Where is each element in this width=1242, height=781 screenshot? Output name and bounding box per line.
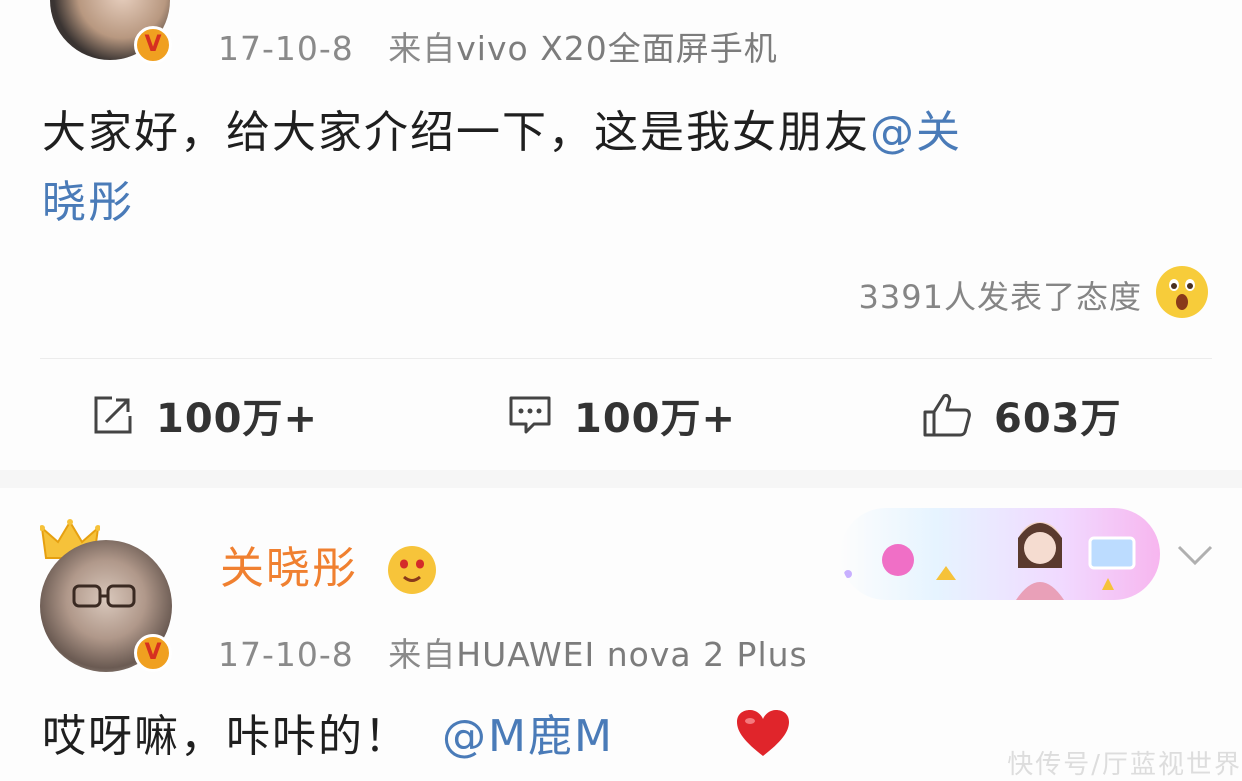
source-prefix: 来自	[388, 635, 457, 674]
mention-link[interactable]: @M鹿M	[442, 711, 614, 762]
post-date: 17-10-8	[218, 635, 354, 674]
source-prefix: 来自	[388, 29, 457, 68]
thumbs-up-icon	[923, 394, 971, 437]
repost-icon	[94, 396, 132, 434]
surprised-emoji-icon[interactable]	[1156, 266, 1208, 318]
post-meta: 17-10-8 来自vivo X20全面屏手机	[218, 22, 778, 70]
repost-button[interactable]: 100万+	[92, 385, 318, 445]
watermark: 快传号/厅蓝视世界	[1007, 750, 1242, 780]
decoration-banner[interactable]	[840, 508, 1160, 600]
vip-badge-icon[interactable]	[388, 546, 436, 594]
weibo-post-1: V 17-10-8 来自vivo X20全面屏手机 大家好，给大家介绍一下，这是…	[0, 0, 1242, 470]
username[interactable]: 关晓彤	[220, 532, 358, 596]
post-date: 17-10-8	[218, 29, 354, 68]
reactions-summary[interactable]: 3391人发表了态度	[859, 272, 1142, 318]
comment-button[interactable]: 100万+	[508, 385, 736, 445]
comment-icon	[509, 396, 551, 434]
verified-badge-icon: V	[134, 634, 172, 672]
verified-badge-icon: V	[134, 26, 172, 64]
like-count: 603万	[994, 396, 1122, 442]
post-meta: 17-10-8 来自HUAWEI nova 2 Plus	[218, 628, 808, 676]
source-device[interactable]: vivo X20全面屏手机	[456, 29, 778, 68]
like-button[interactable]: 603万	[922, 385, 1122, 445]
source-device[interactable]: HUAWEI nova 2 Plus	[456, 635, 807, 674]
post-text: 哎呀嘛，咔咔的！	[42, 711, 410, 762]
comment-count: 100万+	[574, 396, 737, 442]
post-content: 大家好，给大家介绍一下，这是我女朋友@关 晓彤	[42, 98, 1202, 238]
divider	[40, 358, 1212, 359]
repost-count: 100万+	[156, 396, 319, 442]
heart-icon	[737, 710, 789, 756]
post-content: 哎呀嘛，咔咔的！ @M鹿M	[42, 702, 614, 772]
post-text: 大家好，给大家介绍一下，这是我女朋友	[42, 107, 870, 158]
chevron-down-icon[interactable]	[1175, 543, 1215, 567]
weibo-post-2: V 关晓彤 17-10-8 来自HUAWEI nova 2 Plus 哎呀嘛，咔…	[0, 488, 1242, 781]
